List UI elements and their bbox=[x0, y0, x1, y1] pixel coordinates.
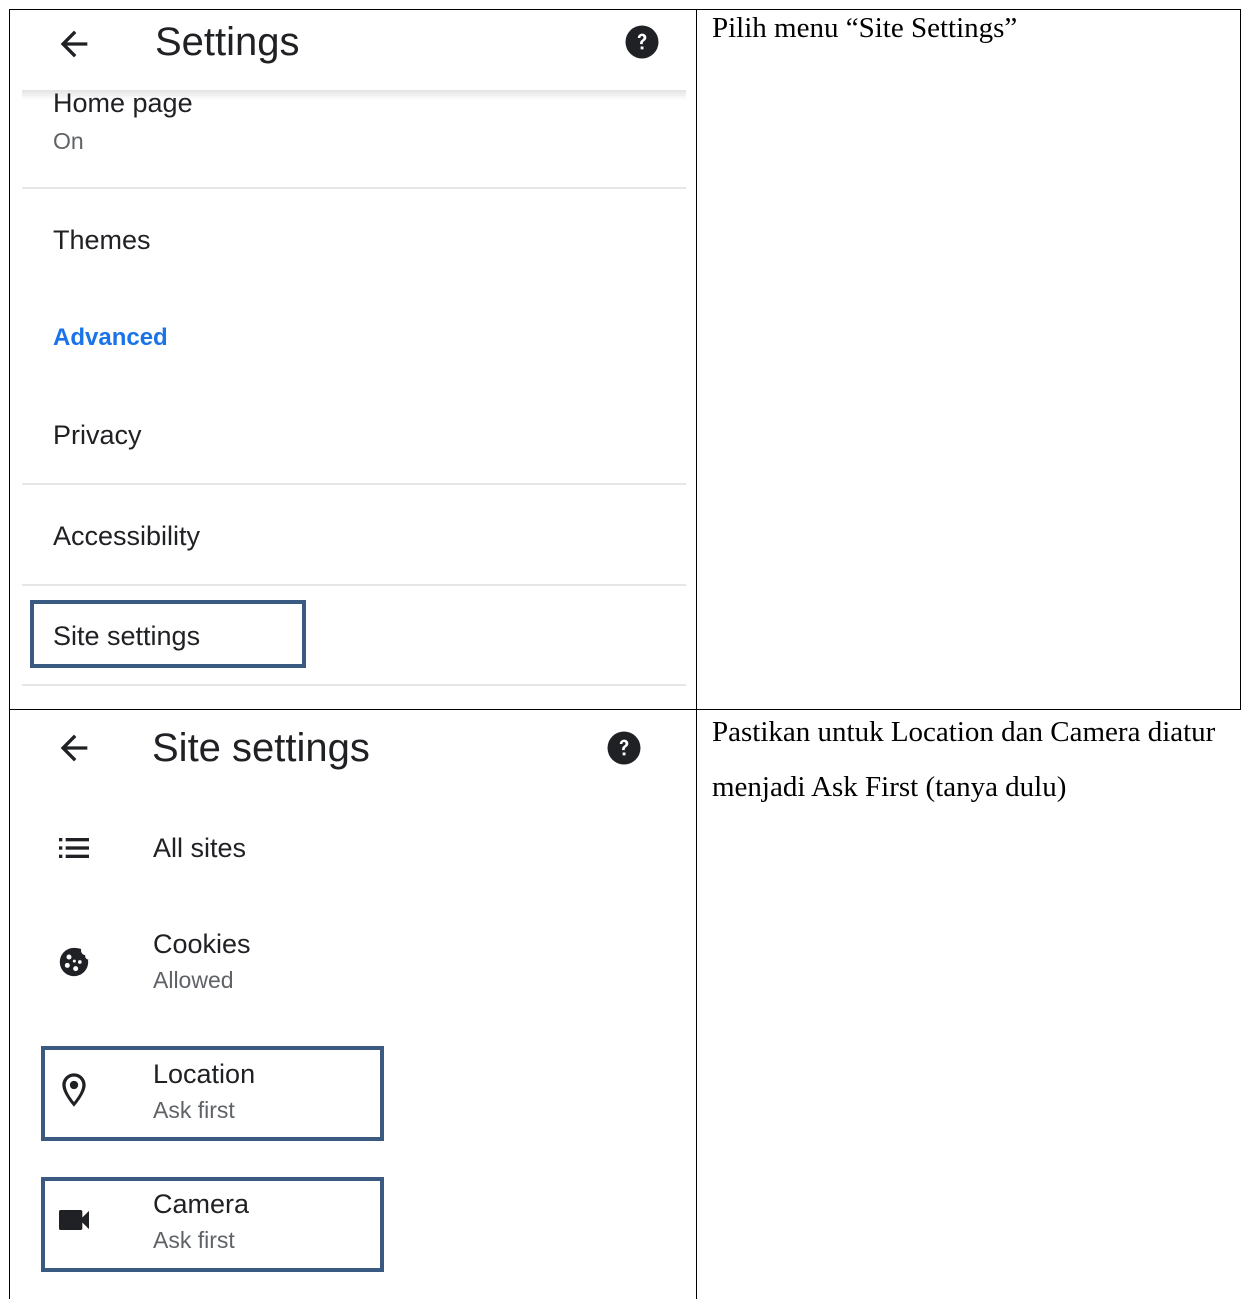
section-header-advanced: Advanced bbox=[53, 324, 168, 351]
location-status: Ask first bbox=[153, 1097, 235, 1123]
menu-item-site-settings[interactable]: Site settings bbox=[53, 619, 200, 653]
site-settings-screenshot: Site settings All sites Cookies Allowed … bbox=[10, 710, 696, 1299]
table-column-divider bbox=[696, 9, 697, 1299]
menu-item-themes[interactable]: Themes bbox=[53, 223, 151, 257]
menu-item-camera[interactable]: Camera bbox=[153, 1187, 249, 1221]
help-icon[interactable] bbox=[624, 24, 660, 60]
menu-item-accessibility[interactable]: Accessibility bbox=[53, 519, 200, 553]
back-arrow-icon[interactable] bbox=[54, 728, 94, 768]
instruction-step-1: Pilih menu “Site Settings” bbox=[712, 12, 1018, 44]
menu-item-cookies[interactable]: Cookies bbox=[153, 927, 251, 961]
menu-item-all-sites[interactable]: All sites bbox=[153, 831, 246, 865]
menu-item-privacy[interactable]: Privacy bbox=[53, 418, 142, 452]
page-title: Site settings bbox=[152, 726, 370, 770]
cookie-icon bbox=[59, 947, 90, 977]
list-icon bbox=[59, 838, 89, 858]
camera-status: Ask first bbox=[153, 1227, 235, 1253]
page-title: Settings bbox=[155, 20, 300, 64]
settings-screenshot: Settings Home page On Themes Advanced Pr… bbox=[10, 10, 696, 709]
site-settings-app-bar: Site settings bbox=[10, 710, 696, 792]
divider bbox=[22, 584, 686, 586]
menu-item-location[interactable]: Location bbox=[153, 1057, 255, 1091]
videocam-icon bbox=[59, 1210, 89, 1230]
divider bbox=[22, 187, 686, 189]
back-arrow-icon[interactable] bbox=[54, 24, 94, 64]
cookies-status: Allowed bbox=[153, 967, 234, 993]
divider bbox=[22, 684, 686, 686]
instruction-step-2: Pastikan untuk Location dan Camera diatu… bbox=[712, 716, 1216, 803]
help-icon[interactable] bbox=[606, 730, 642, 766]
location-pin-icon bbox=[62, 1073, 86, 1107]
settings-app-bar: Settings bbox=[10, 10, 696, 92]
divider bbox=[22, 483, 686, 485]
menu-item-home-page[interactable]: Home page bbox=[53, 86, 193, 120]
home-page-status: On bbox=[53, 128, 84, 154]
